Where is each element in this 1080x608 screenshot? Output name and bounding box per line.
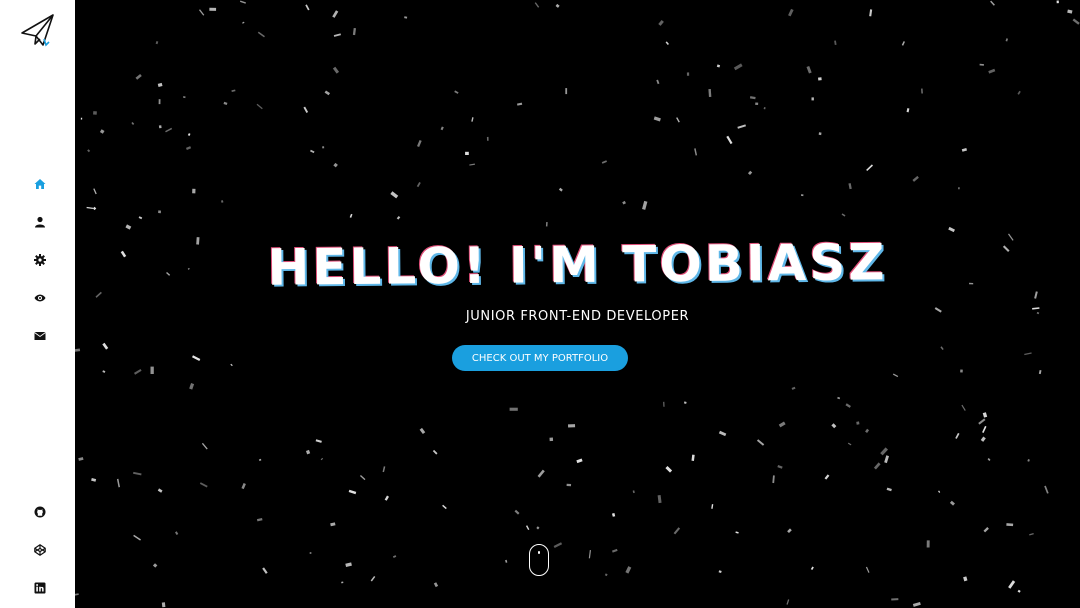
linkedin-link[interactable] — [31, 579, 49, 597]
github-link[interactable] — [31, 503, 49, 521]
hero-section: HELLO! I'M TOBIASZ JUNIOR FRONT-END DEVE… — [75, 0, 1080, 608]
eye-icon — [34, 289, 46, 308]
paper-plane-icon[interactable] — [19, 12, 57, 50]
nav-contact[interactable] — [31, 327, 49, 345]
nav-skills[interactable] — [31, 251, 49, 269]
portfolio-button[interactable]: CHECK OUT MY PORTFOLIO — [452, 345, 628, 371]
nav-home[interactable] — [31, 175, 49, 193]
falling-letters-background — [75, 0, 1080, 608]
codepen-icon — [34, 541, 46, 560]
user-icon — [34, 213, 46, 232]
linkedin-icon — [34, 579, 46, 598]
home-icon — [34, 175, 46, 194]
gear-icon — [34, 251, 46, 270]
hero-title: HELLO! I'M TOBIASZ — [267, 233, 888, 297]
scroll-mouse-icon[interactable] — [529, 544, 549, 576]
sidebar — [0, 0, 75, 608]
github-icon — [34, 503, 46, 522]
nav-portfolio[interactable] — [31, 289, 49, 307]
hero-subtitle: JUNIOR FRONT-END DEVELOPER — [465, 309, 690, 324]
codepen-link[interactable] — [31, 541, 49, 559]
envelope-icon — [34, 327, 46, 346]
scroll-wheel — [538, 551, 540, 554]
nav-about[interactable] — [31, 213, 49, 231]
